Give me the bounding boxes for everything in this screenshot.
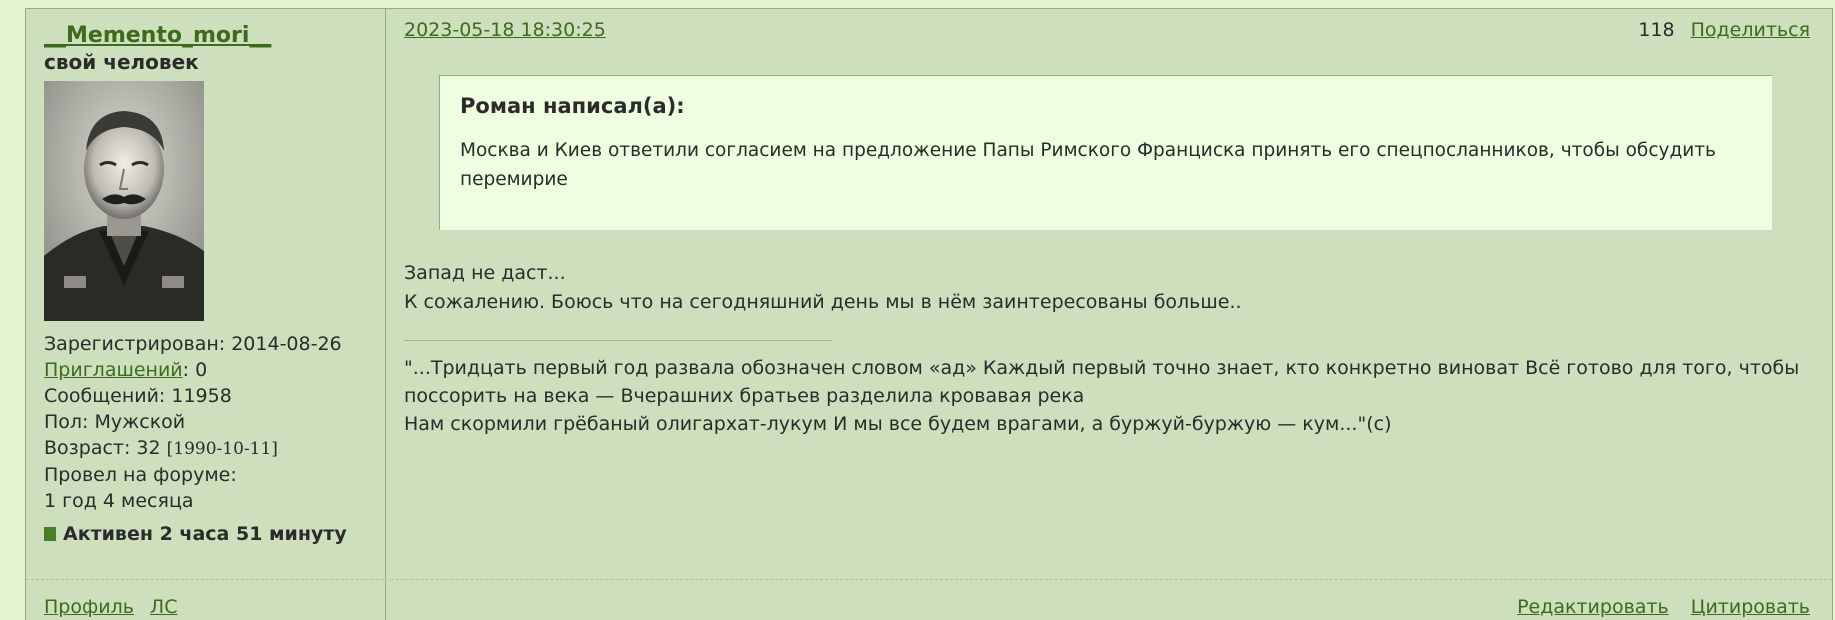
- post-header-right: 118 Поделиться: [1638, 19, 1810, 41]
- quote-link[interactable]: Цитировать: [1691, 596, 1810, 618]
- age-row: Возраст: 32 [1990-10-11]: [44, 435, 342, 462]
- edit-link[interactable]: Редактировать: [1517, 596, 1669, 618]
- signature: "...Тридцать первый год развала обозначе…: [404, 354, 1824, 438]
- online-status-icon: [44, 527, 56, 541]
- avatar-photo: [44, 81, 204, 321]
- forum-time-label: Провел на форуме:: [44, 464, 237, 486]
- user-sidebar: __Memento_mori__ свой человек Зарегистри…: [26, 9, 386, 579]
- user-info: Зарегистрирован: 2014-08-26 Приглашений:…: [44, 331, 342, 514]
- message-count: Сообщений: 11958: [44, 385, 232, 407]
- quote-text: Москва и Киев ответили согласием на пред…: [460, 140, 1716, 190]
- avatar: [44, 81, 204, 321]
- signature-line: "...Тридцать первый год развала обозначе…: [404, 357, 1800, 407]
- private-message-link[interactable]: ЛС: [150, 596, 178, 618]
- post-permalink-date[interactable]: 2023-05-18 18:30:25: [404, 19, 606, 41]
- invites-row: Приглашений: 0: [44, 357, 342, 383]
- footer-post-actions: Редактировать Цитировать: [1495, 596, 1810, 618]
- user-age: Возраст: 32: [44, 437, 167, 459]
- birth-date: [1990-10-11]: [166, 439, 278, 459]
- footer-divider: [385, 580, 386, 620]
- activity-status: Активен 2 часа 51 минуту: [44, 521, 347, 547]
- user-rank-title: свой человек: [44, 50, 199, 74]
- signature-divider: [404, 340, 832, 341]
- quote-box: Роман написал(а): Москва и Киев ответили…: [439, 75, 1772, 230]
- invites-link[interactable]: Приглашений: [44, 359, 183, 381]
- username-link[interactable]: __Memento_mori__: [44, 23, 271, 49]
- user-gender: Пол: Мужской: [44, 411, 186, 433]
- invites-count: : 0: [182, 359, 208, 381]
- forum-post: __Memento_mori__ свой человек Зарегистри…: [25, 8, 1833, 620]
- signature-line: Нам скормили грёбаный олигархат-лукум И …: [404, 413, 1392, 435]
- quote-author: Роман написал(а):: [460, 94, 685, 118]
- post-body-line: К сожалению. Боюсь что на сегодняшний де…: [404, 291, 1242, 313]
- footer-user-links: Профиль ЛС: [44, 596, 193, 618]
- post-footer: Профиль ЛС Редактировать Цитировать: [26, 579, 1832, 620]
- forum-time-value: 1 год 4 месяца: [44, 490, 194, 512]
- registered-date: Зарегистрирован: 2014-08-26: [44, 333, 342, 355]
- post-content: 2023-05-18 18:30:25 118 Поделиться Роман …: [386, 9, 1832, 579]
- profile-link[interactable]: Профиль: [44, 596, 134, 618]
- post-body: Запад не даст... К сожалению. Боюсь что …: [404, 259, 1242, 317]
- post-number: 118: [1638, 19, 1675, 41]
- activity-text: Активен 2 часа 51 минуту: [63, 523, 347, 545]
- share-link[interactable]: Поделиться: [1691, 19, 1810, 41]
- post-body-line: Запад не даст...: [404, 262, 566, 284]
